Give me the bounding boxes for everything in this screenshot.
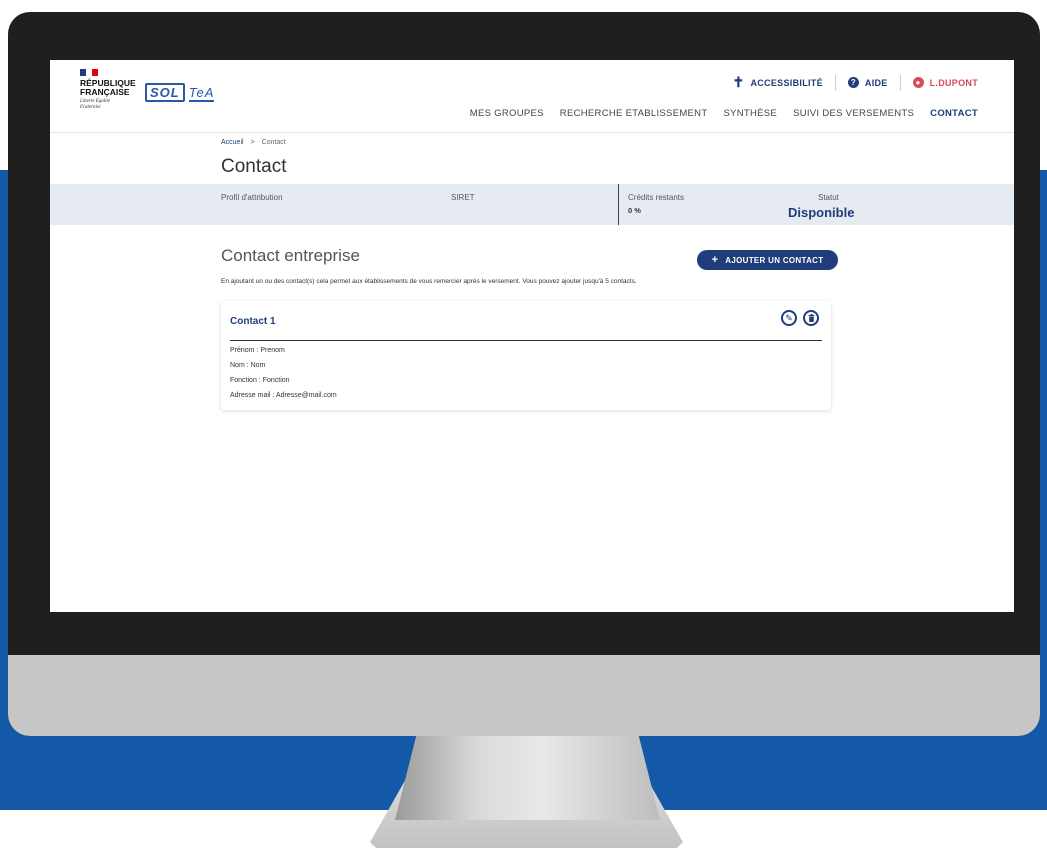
help-link[interactable]: ? AIDE — [847, 77, 888, 88]
user-name: L.DUPONT — [929, 77, 978, 88]
siret-label: SIRET — [451, 193, 475, 202]
contact-function: Fonction : Fonction — [230, 377, 290, 384]
status-label: Statut — [818, 193, 839, 202]
accessibility-label: ACCESSIBILITÉ — [750, 77, 823, 88]
credits-value: 0 % — [628, 206, 641, 215]
add-contact-label: AJOUTER UN CONTACT — [725, 255, 824, 265]
main-nav: MES GROUPES RECHERCHE ETABLISSEMENT SYNT… — [470, 108, 978, 119]
accessibility-icon: ✝ — [732, 74, 745, 90]
breadcrumb: Accueil > Contact — [221, 139, 286, 146]
add-contact-button[interactable]: + AJOUTER UN CONTACT — [697, 250, 838, 270]
delete-icon — [808, 314, 814, 322]
monitor-chin — [8, 655, 1040, 736]
sol-logo-text: SOL — [145, 83, 185, 102]
user-menu[interactable]: ● L.DUPONT — [912, 77, 978, 88]
sol-tea-logo[interactable]: SOL TeA — [145, 83, 215, 102]
monitor-stand-neck — [395, 736, 660, 820]
separator — [834, 74, 836, 91]
info-band-divider — [618, 184, 619, 225]
contact-card-title: Contact 1 — [230, 316, 276, 327]
site-header: RÉPUBLIQUE FRANÇAISE Liberté Égalité Fra… — [50, 60, 1014, 133]
nav-synthese[interactable]: SYNTHÈSE — [723, 108, 777, 119]
section-description: En ajoutant un ou des contact(s) cela pe… — [221, 278, 637, 285]
top-links: ✝ ACCESSIBILITÉ ? AIDE ● L.DUPONT — [732, 74, 978, 91]
edit-icon: ✎ — [785, 312, 793, 323]
contact-email: Adresse mail : Adresse@mail.com — [230, 392, 337, 399]
monitor-frame: RÉPUBLIQUE FRANÇAISE Liberté Égalité Fra… — [8, 12, 1040, 736]
delete-contact-button[interactable] — [803, 310, 819, 326]
nav-recherche-etablissement[interactable]: RECHERCHE ETABLISSEMENT — [560, 108, 708, 119]
contact-lastname: Nom : Nom — [230, 362, 266, 369]
french-flag-icon — [80, 69, 98, 76]
info-band: Profil d'attribution SIRET Crédits resta… — [50, 184, 1014, 225]
section-title: Contact entreprise — [221, 246, 360, 265]
tea-logo-text: TeA — [188, 85, 215, 102]
breadcrumb-current: Contact — [261, 139, 286, 146]
nav-contact[interactable]: CONTACT — [930, 108, 978, 119]
gov-name: RÉPUBLIQUE FRANÇAISE — [80, 78, 136, 97]
plus-icon: + — [711, 254, 719, 266]
nav-suivi-versements[interactable]: SUIVI DES VERSEMENTS — [793, 108, 914, 119]
contact-card-divider — [230, 340, 822, 341]
edit-contact-button[interactable]: ✎ — [781, 310, 797, 326]
help-icon: ? — [847, 77, 859, 88]
help-label: AIDE — [864, 77, 888, 88]
nav-mes-groupes[interactable]: MES GROUPES — [470, 108, 544, 119]
accessibility-link[interactable]: ✝ ACCESSIBILITÉ — [732, 74, 822, 91]
status-value: Disponible — [788, 205, 855, 220]
contact-card-actions: ✎ — [781, 310, 819, 326]
user-icon: ● — [912, 77, 924, 88]
breadcrumb-separator: > — [250, 139, 255, 146]
contact-card: Contact 1 ✎ Prénom : Prenom Nom : Nom Fo… — [221, 301, 831, 410]
gov-motto: Liberté Égalité Fraternité — [80, 99, 111, 110]
page-title: Contact — [221, 156, 287, 177]
credits-label: Crédits restants — [628, 193, 685, 202]
profile-label: Profil d'attribution — [221, 193, 283, 202]
separator — [899, 74, 901, 91]
breadcrumb-home[interactable]: Accueil — [221, 139, 244, 146]
contact-firstname: Prénom : Prenom — [230, 347, 285, 354]
app-screen: RÉPUBLIQUE FRANÇAISE Liberté Égalité Fra… — [50, 60, 1014, 612]
